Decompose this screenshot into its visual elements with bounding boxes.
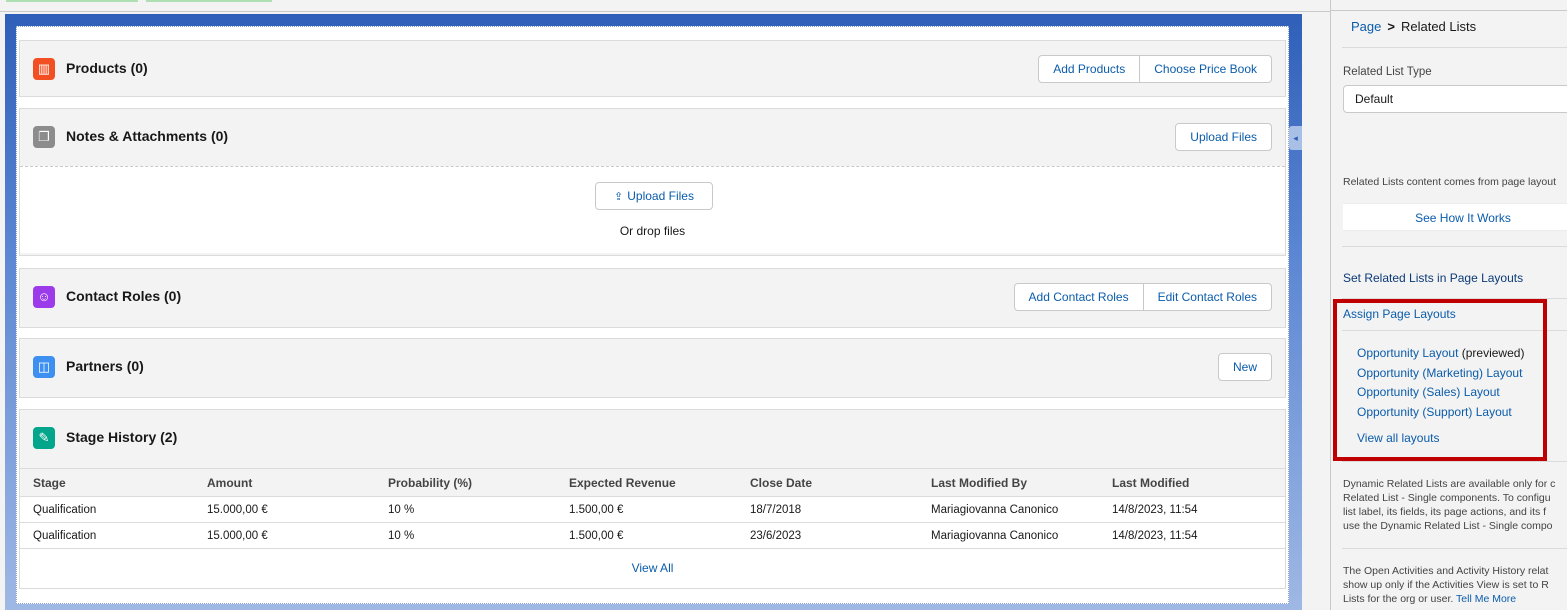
text-line: The Open Activities and Activity History… [1343, 565, 1549, 577]
text-line: show up only if the Activities View is s… [1343, 579, 1549, 591]
partners-title: Partners (0) [66, 358, 144, 374]
breadcrumb-separator: > [1387, 19, 1395, 34]
divider [1342, 548, 1567, 549]
products-icon: ▥ [33, 58, 55, 80]
divider [1342, 246, 1567, 247]
panel-toggle-icon[interactable]: ◂ [1289, 126, 1302, 150]
related-list-type-label: Related List Type [1343, 66, 1432, 78]
top-strip [0, 0, 1330, 12]
divider [1342, 461, 1567, 462]
column-header[interactable]: Last Modified [1099, 468, 1285, 497]
notes-attachments-title: Notes & Attachments (0) [66, 128, 229, 144]
text-line: Dynamic Related Lists are available only… [1343, 478, 1556, 490]
breadcrumb-current: Related Lists [1400, 19, 1477, 34]
column-header[interactable]: Probability (%) [375, 468, 556, 497]
column-header[interactable]: Amount [194, 468, 375, 497]
top-tab-indicator [146, 0, 272, 2]
products-title: Products (0) [66, 60, 148, 76]
stage-history-table: Stage Amount Probability (%) Expected Re… [20, 468, 1285, 549]
table-row: Qualification 15.000,00 € 10 % 1.500,00 … [20, 522, 1285, 549]
contact-roles-title: Contact Roles (0) [66, 288, 182, 304]
top-tab-indicator [6, 0, 138, 2]
partners-card: ◫ Partners (0) New [19, 338, 1286, 398]
column-header[interactable]: Stage [20, 468, 194, 497]
upload-files-drop-button[interactable]: ⇪ Upload Files [595, 182, 713, 210]
table-row: Qualification 15.000,00 € 10 % 1.500,00 … [20, 496, 1285, 523]
see-how-it-works-button[interactable]: See How It Works [1343, 203, 1567, 231]
choose-price-book-button[interactable]: Choose Price Book [1140, 55, 1272, 83]
column-header[interactable]: Close Date [737, 468, 918, 497]
text-line: Related List - Single components. To con… [1343, 492, 1551, 504]
table-cell: 15.000,00 € [194, 496, 375, 523]
edit-contact-roles-button[interactable]: Edit Contact Roles [1143, 283, 1272, 311]
table-cell: Mariagiovanna Canonico [918, 496, 1099, 523]
table-cell: 14/8/2023, 11:54 [1099, 522, 1285, 549]
table-cell: Qualification [20, 496, 194, 523]
related-list-type-select[interactable]: Default [1343, 85, 1567, 113]
breadcrumb-page-link[interactable]: Page [1351, 19, 1381, 34]
related-lists-content-text: Related Lists content comes from page la… [1343, 176, 1557, 188]
notes-attachments-card: ❐ Notes & Attachments (0) Upload Files ⇪… [19, 108, 1286, 256]
stage-history-card: ✎ Stage History (2) Stage Amount Probabi… [19, 409, 1286, 589]
view-all-link[interactable]: View All [20, 549, 1285, 588]
table-cell: 15.000,00 € [194, 522, 375, 549]
table-cell: Mariagiovanna Canonico [918, 522, 1099, 549]
table-cell: 10 % [375, 522, 556, 549]
add-products-button[interactable]: Add Products [1038, 55, 1141, 83]
table-cell: Qualification [20, 522, 194, 549]
text-line: list label, its fields, its page actions… [1343, 506, 1547, 518]
divider [1342, 47, 1567, 48]
drop-files-text: Or drop files [619, 224, 686, 238]
contact-roles-card: ☺ Contact Roles (0) Add Contact Roles Ed… [19, 268, 1286, 328]
column-header[interactable]: Expected Revenue [556, 468, 737, 497]
table-cell: 23/6/2023 [737, 522, 918, 549]
file-icon: ❐ [33, 126, 55, 148]
column-header[interactable]: Last Modified By [918, 468, 1099, 497]
add-contact-roles-button[interactable]: Add Contact Roles [1013, 283, 1144, 311]
panel-divider [1331, 10, 1567, 11]
highlight-box [1333, 299, 1547, 461]
table-cell: 1.500,00 € [556, 496, 737, 523]
products-card: ▥ Products (0) Add Products Choose Price… [19, 40, 1286, 97]
table-cell: 14/8/2023, 11:54 [1099, 496, 1285, 523]
contact-roles-icon: ☺ [33, 286, 55, 308]
wrench-icon: ✎ [33, 427, 55, 449]
text-line: Lists for the org or user. [1343, 593, 1454, 605]
table-cell: 1.500,00 € [556, 522, 737, 549]
text-line: use the Dynamic Related List - Single co… [1343, 520, 1553, 532]
new-partner-button[interactable]: New [1217, 353, 1272, 381]
dynamic-related-lists-text: Dynamic Related Lists are available only… [1343, 477, 1567, 533]
tell-me-more-link[interactable]: Tell Me More [1456, 593, 1516, 605]
upload-files-button[interactable]: Upload Files [1175, 123, 1272, 151]
table-header-row: Stage Amount Probability (%) Expected Re… [20, 468, 1285, 497]
stage-history-title: Stage History (2) [66, 429, 178, 445]
breadcrumb: Page > Related Lists [1351, 19, 1476, 34]
activities-text: The Open Activities and Activity History… [1343, 564, 1567, 606]
table-cell: 18/7/2018 [737, 496, 918, 523]
partners-icon: ◫ [33, 356, 55, 378]
upload-icon: ⇪ [614, 191, 624, 203]
file-drop-zone[interactable]: ⇪ Upload Files Or drop files [20, 166, 1285, 253]
table-cell: 10 % [375, 496, 556, 523]
upload-files-label: Upload Files [627, 189, 694, 203]
set-related-lists-link[interactable]: Set Related Lists in Page Layouts [1343, 271, 1523, 285]
